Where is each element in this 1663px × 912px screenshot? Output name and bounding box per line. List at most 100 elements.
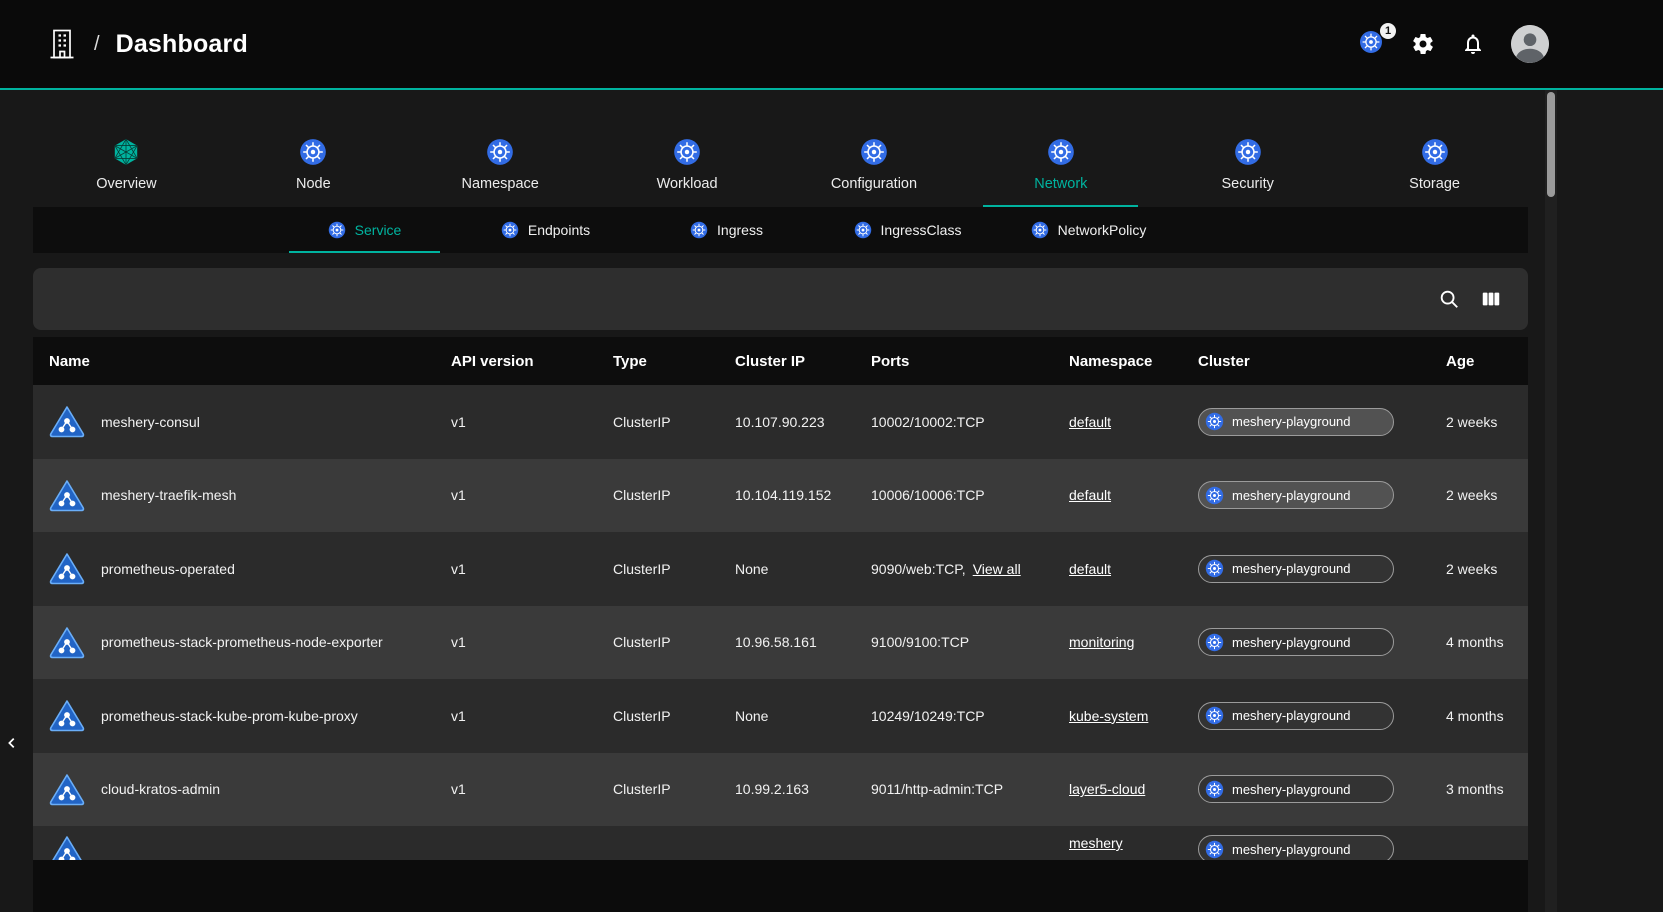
kubernetes-icon [1205,840,1224,859]
cluster-ip-cell: None [719,679,855,753]
subtab-label: NetworkPolicy [1058,222,1147,238]
column-header-cluster-ip[interactable]: Cluster IP [719,353,855,370]
service-resource-icon [49,626,85,659]
cluster-cell: meshery-playground [1182,606,1430,680]
tab-label: Overview [96,176,156,192]
service-name: prometheus-stack-kube-prom-kube-proxy [101,708,358,724]
cluster-ip-cell: 10.104.119.152 [719,459,855,533]
api-version-cell [435,826,597,860]
organization-building-icon[interactable] [48,28,76,60]
sidebar-expand-button[interactable] [2,729,22,757]
kubernetes-icon [1031,221,1049,239]
search-icon[interactable] [1438,288,1460,310]
settings-button[interactable] [1407,28,1439,60]
tab-label: Network [1034,176,1087,192]
table-header-row: Name API version Type Cluster IP Ports N… [33,337,1528,385]
tab-configuration[interactable]: Configuration [781,130,968,207]
namespace-link[interactable]: default [1069,487,1111,503]
kubernetes-icon [1205,412,1224,431]
subtab-service[interactable]: Service [274,207,455,253]
user-avatar[interactable] [1511,25,1549,63]
cluster-ip-cell: None [719,532,855,606]
namespace-link[interactable]: default [1069,561,1111,577]
namespace-link[interactable]: kube-system [1069,708,1148,724]
kubernetes-icon [1421,138,1449,166]
tab-label: Configuration [831,176,917,192]
tab-network[interactable]: Network [967,130,1154,207]
notifications-button[interactable] [1457,28,1489,60]
subtab-label: Ingress [717,222,763,238]
kubernetes-icon [501,221,519,239]
cluster-chip[interactable]: meshery-playground [1198,628,1394,656]
cluster-ip-cell: 10.107.90.223 [719,385,855,459]
tab-security[interactable]: Security [1154,130,1341,207]
cluster-chip-label: meshery-playground [1232,782,1351,797]
table-row[interactable]: prometheus-operated v1 ClusterIP None 90… [33,532,1528,606]
age-cell: 4 months [1430,606,1528,680]
tab-overview[interactable]: Overview [33,130,220,207]
ports-cell: 10002/10002:TCP [855,385,1053,459]
namespace-cell: meshery [1053,826,1182,860]
table-row[interactable]: prometheus-stack-kube-prom-kube-proxy v1… [33,679,1528,753]
service-resource-icon [49,699,85,732]
namespace-link[interactable]: meshery [1069,835,1123,851]
view-all-link[interactable]: View all [973,561,1021,577]
kubernetes-icon [1205,486,1224,505]
subtab-ingressclass[interactable]: IngressClass [817,207,998,253]
cluster-chip[interactable]: meshery-playground [1198,481,1394,509]
bell-icon [1461,32,1485,56]
namespace-cell: default [1053,532,1182,606]
tab-storage[interactable]: Storage [1341,130,1528,207]
type-cell: ClusterIP [597,532,719,606]
cluster-ip-cell [719,826,855,860]
age-cell: 2 weeks [1430,532,1528,606]
type-cell [597,826,719,860]
app-header: / Dashboard 1 [0,0,1663,88]
service-resource-icon [49,479,85,512]
kubernetes-context-button[interactable]: 1 [1357,28,1389,60]
namespace-cell: monitoring [1053,606,1182,680]
tab-namespace[interactable]: Namespace [407,130,594,207]
column-header-api-version[interactable]: API version [435,353,597,370]
meshery-logo-icon [112,138,140,166]
cluster-chip[interactable]: meshery-playground [1198,555,1394,583]
table-row[interactable]: prometheus-stack-prometheus-node-exporte… [33,606,1528,680]
cluster-chip[interactable]: meshery-playground [1198,702,1394,730]
accent-divider [0,88,1663,90]
subtab-endpoints[interactable]: Endpoints [455,207,636,253]
cluster-cell: meshery-playground [1182,826,1430,860]
table-row[interactable]: meshery meshery-playground [33,826,1528,860]
cluster-chip-label: meshery-playground [1232,635,1351,650]
namespace-link[interactable]: layer5-cloud [1069,781,1145,797]
column-header-age[interactable]: Age [1430,353,1528,370]
kubernetes-icon [854,221,872,239]
kubernetes-icon [690,221,708,239]
namespace-link[interactable]: default [1069,414,1111,430]
column-header-name[interactable]: Name [33,353,435,370]
api-version-cell: v1 [435,459,597,533]
table-row[interactable]: meshery-consul v1 ClusterIP 10.107.90.22… [33,385,1528,459]
subtab-ingress[interactable]: Ingress [636,207,817,253]
cluster-chip[interactable]: meshery-playground [1198,408,1394,436]
cluster-chip[interactable]: meshery-playground [1198,775,1394,803]
subtab-networkpolicy[interactable]: NetworkPolicy [998,207,1179,253]
cluster-cell: meshery-playground [1182,532,1430,606]
column-header-type[interactable]: Type [597,353,719,370]
name-cell: meshery-consul [33,385,435,459]
table-row[interactable]: cloud-kratos-admin v1 ClusterIP 10.99.2.… [33,753,1528,827]
tab-node[interactable]: Node [220,130,407,207]
vertical-scrollbar[interactable] [1545,90,1557,912]
column-header-namespace[interactable]: Namespace [1053,353,1182,370]
kubernetes-icon [1205,633,1224,652]
column-header-cluster[interactable]: Cluster [1182,353,1430,370]
namespace-link[interactable]: monitoring [1069,634,1134,650]
column-view-icon[interactable] [1480,288,1502,310]
ports-value: 9011/http-admin:TCP [871,781,1003,797]
name-cell: prometheus-stack-kube-prom-kube-proxy [33,679,435,753]
column-header-ports[interactable]: Ports [855,353,1053,370]
tab-label: Namespace [462,176,539,192]
scrollbar-thumb[interactable] [1547,92,1555,197]
tab-workload[interactable]: Workload [594,130,781,207]
table-row[interactable]: meshery-traefik-mesh v1 ClusterIP 10.104… [33,459,1528,533]
cluster-chip[interactable]: meshery-playground [1198,835,1394,860]
